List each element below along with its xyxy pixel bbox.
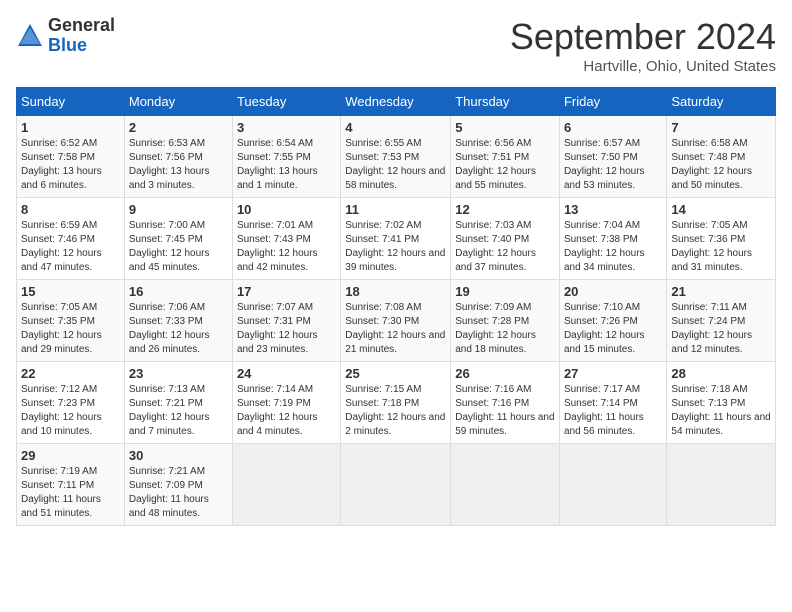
table-row: 2 Sunrise: 6:53 AMSunset: 7:56 PMDayligh… <box>124 116 232 198</box>
table-row: 8 Sunrise: 6:59 AMSunset: 7:46 PMDayligh… <box>17 198 125 280</box>
calendar-row: 29 Sunrise: 7:19 AMSunset: 7:11 PMDaylig… <box>17 444 776 526</box>
table-row: 3 Sunrise: 6:54 AMSunset: 7:55 PMDayligh… <box>232 116 340 198</box>
calendar-row: 15 Sunrise: 7:05 AMSunset: 7:35 PMDaylig… <box>17 280 776 362</box>
table-row: 10 Sunrise: 7:01 AMSunset: 7:43 PMDaylig… <box>232 198 340 280</box>
table-row: 16 Sunrise: 7:06 AMSunset: 7:33 PMDaylig… <box>124 280 232 362</box>
table-row: 26 Sunrise: 7:16 AMSunset: 7:16 PMDaylig… <box>451 362 560 444</box>
table-row: 22 Sunrise: 7:12 AMSunset: 7:23 PMDaylig… <box>17 362 125 444</box>
table-row <box>341 444 451 526</box>
table-row: 28 Sunrise: 7:18 AMSunset: 7:13 PMDaylig… <box>667 362 776 444</box>
logo-blue-text: Blue <box>48 35 87 55</box>
location-text: Hartville, Ohio, United States <box>510 58 776 75</box>
table-row: 17 Sunrise: 7:07 AMSunset: 7:31 PMDaylig… <box>232 280 340 362</box>
table-row: 30 Sunrise: 7:21 AMSunset: 7:09 PMDaylig… <box>124 444 232 526</box>
table-row: 6 Sunrise: 6:57 AMSunset: 7:50 PMDayligh… <box>559 116 666 198</box>
header-tuesday: Tuesday <box>232 88 340 116</box>
header-sunday: Sunday <box>17 88 125 116</box>
calendar-table: Sunday Monday Tuesday Wednesday Thursday… <box>16 87 776 526</box>
table-row <box>232 444 340 526</box>
table-row: 19 Sunrise: 7:09 AMSunset: 7:28 PMDaylig… <box>451 280 560 362</box>
weekday-header-row: Sunday Monday Tuesday Wednesday Thursday… <box>17 88 776 116</box>
table-row: 7 Sunrise: 6:58 AMSunset: 7:48 PMDayligh… <box>667 116 776 198</box>
table-row: 4 Sunrise: 6:55 AMSunset: 7:53 PMDayligh… <box>341 116 451 198</box>
table-row: 15 Sunrise: 7:05 AMSunset: 7:35 PMDaylig… <box>17 280 125 362</box>
logo-icon <box>16 22 44 50</box>
calendar-row: 8 Sunrise: 6:59 AMSunset: 7:46 PMDayligh… <box>17 198 776 280</box>
table-row: 11 Sunrise: 7:02 AMSunset: 7:41 PMDaylig… <box>341 198 451 280</box>
table-row: 12 Sunrise: 7:03 AMSunset: 7:40 PMDaylig… <box>451 198 560 280</box>
table-row: 18 Sunrise: 7:08 AMSunset: 7:30 PMDaylig… <box>341 280 451 362</box>
table-row: 23 Sunrise: 7:13 AMSunset: 7:21 PMDaylig… <box>124 362 232 444</box>
header-monday: Monday <box>124 88 232 116</box>
page-header: General Blue September 2024 Hartville, O… <box>16 16 776 75</box>
table-row: 29 Sunrise: 7:19 AMSunset: 7:11 PMDaylig… <box>17 444 125 526</box>
table-row <box>559 444 666 526</box>
table-row: 1 Sunrise: 6:52 AMSunset: 7:58 PMDayligh… <box>17 116 125 198</box>
header-friday: Friday <box>559 88 666 116</box>
table-row: 27 Sunrise: 7:17 AMSunset: 7:14 PMDaylig… <box>559 362 666 444</box>
logo: General Blue <box>16 16 115 56</box>
table-row: 20 Sunrise: 7:10 AMSunset: 7:26 PMDaylig… <box>559 280 666 362</box>
header-thursday: Thursday <box>451 88 560 116</box>
month-title: September 2024 <box>510 16 776 58</box>
table-row: 24 Sunrise: 7:14 AMSunset: 7:19 PMDaylig… <box>232 362 340 444</box>
title-area: September 2024 Hartville, Ohio, United S… <box>510 16 776 75</box>
logo-general-text: General <box>48 15 115 35</box>
calendar-row: 1 Sunrise: 6:52 AMSunset: 7:58 PMDayligh… <box>17 116 776 198</box>
table-row: 5 Sunrise: 6:56 AMSunset: 7:51 PMDayligh… <box>451 116 560 198</box>
table-row: 21 Sunrise: 7:11 AMSunset: 7:24 PMDaylig… <box>667 280 776 362</box>
table-row: 9 Sunrise: 7:00 AMSunset: 7:45 PMDayligh… <box>124 198 232 280</box>
header-saturday: Saturday <box>667 88 776 116</box>
table-row <box>667 444 776 526</box>
calendar-row: 22 Sunrise: 7:12 AMSunset: 7:23 PMDaylig… <box>17 362 776 444</box>
table-row: 14 Sunrise: 7:05 AMSunset: 7:36 PMDaylig… <box>667 198 776 280</box>
table-row <box>451 444 560 526</box>
table-row: 25 Sunrise: 7:15 AMSunset: 7:18 PMDaylig… <box>341 362 451 444</box>
table-row: 13 Sunrise: 7:04 AMSunset: 7:38 PMDaylig… <box>559 198 666 280</box>
header-wednesday: Wednesday <box>341 88 451 116</box>
